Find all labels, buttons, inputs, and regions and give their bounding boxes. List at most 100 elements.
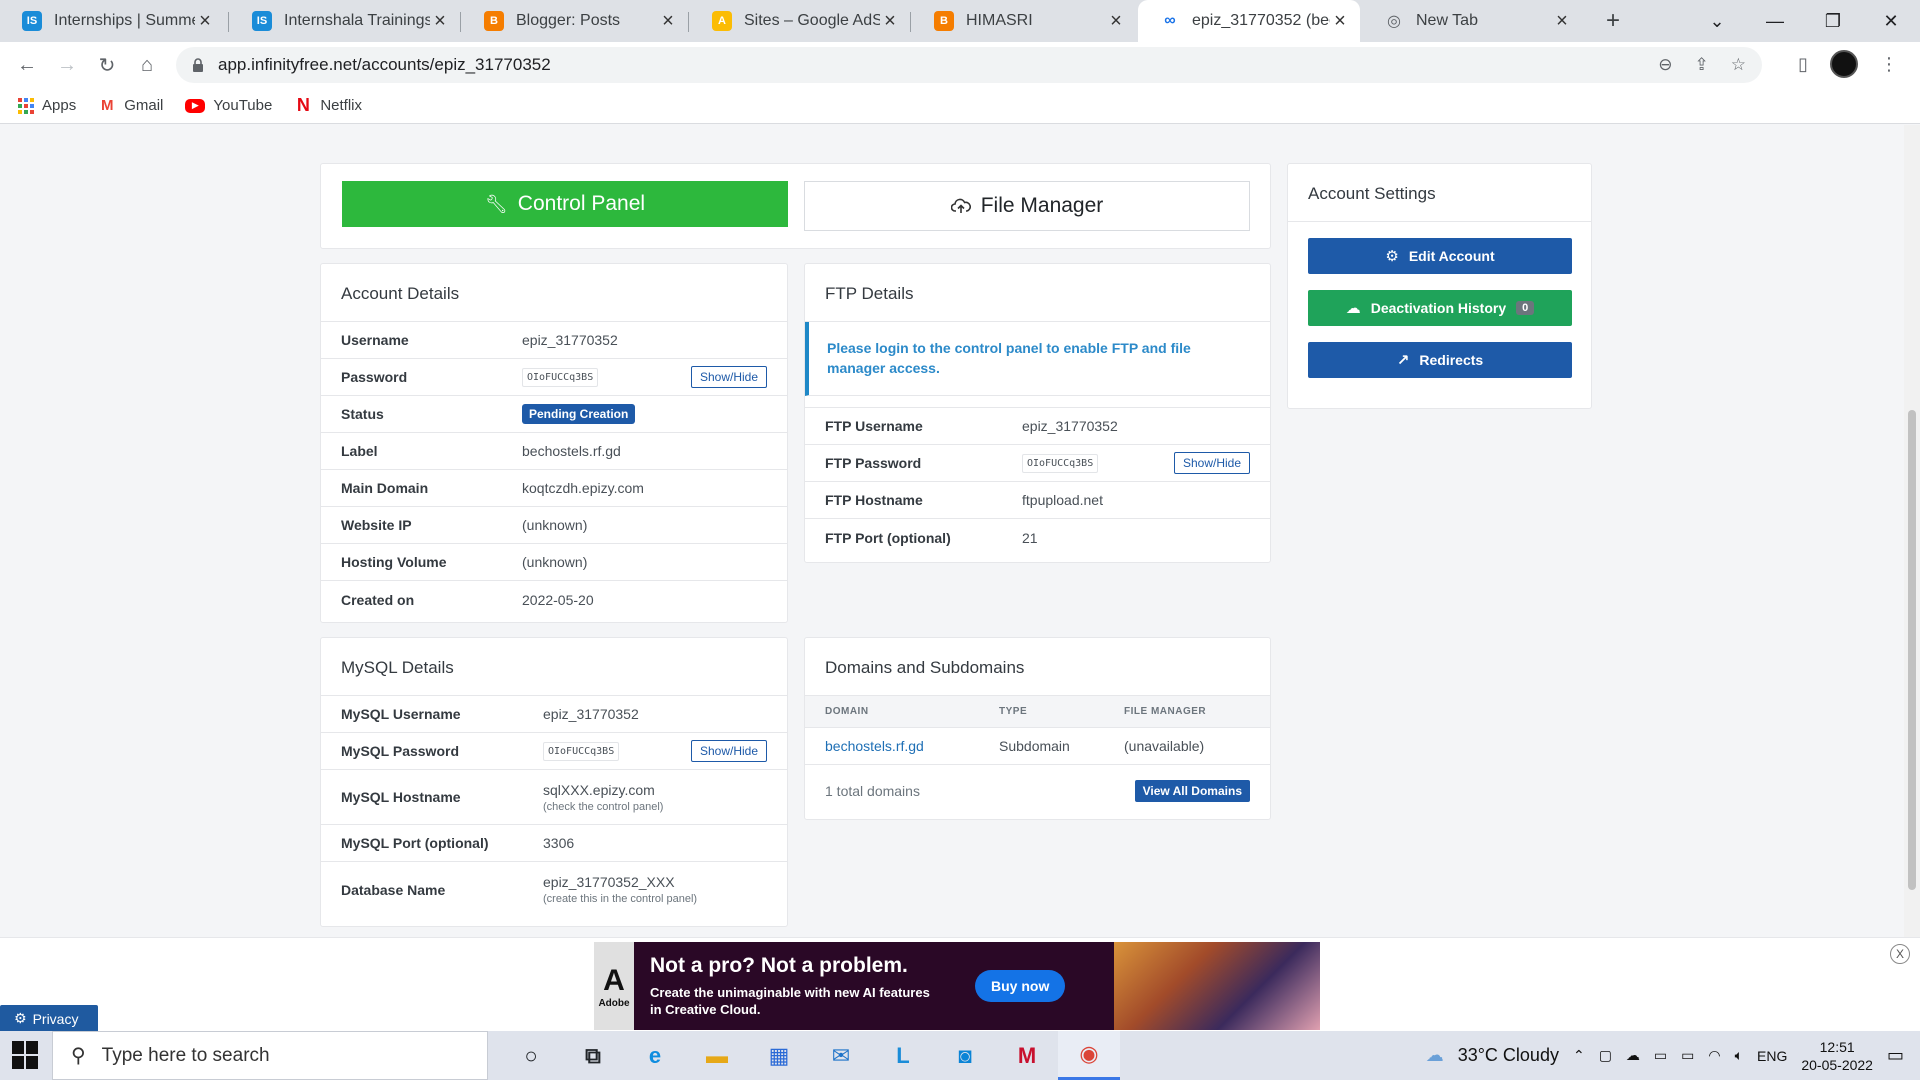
row-label: MySQL Hostname [341, 789, 461, 805]
close-window-icon[interactable]: ✕ [1862, 0, 1920, 42]
clock[interactable]: 12:51 20-05-2022 [1801, 1038, 1873, 1074]
bookmark-netflix[interactable]: N Netflix [294, 95, 362, 115]
close-icon[interactable]: × [1106, 10, 1126, 33]
share-icon[interactable]: ⇪ [1695, 55, 1709, 75]
tab-title: HIMASRI [966, 12, 1033, 29]
row-label: Label [341, 443, 378, 459]
tab-internships[interactable]: IS Internships | Summer × [0, 0, 225, 42]
file-manager-button[interactable]: File Manager [804, 181, 1250, 231]
cortana-icon[interactable]: ○ [500, 1031, 562, 1080]
close-icon[interactable]: × [430, 10, 450, 33]
tab-himasri[interactable]: B HIMASRI × [912, 0, 1136, 42]
row-label: Hosting Volume [341, 554, 447, 570]
domain-type: Subdomain [999, 738, 1070, 754]
apps-grid-icon [18, 97, 34, 114]
app-l-icon[interactable]: L [872, 1031, 934, 1080]
close-icon[interactable]: × [195, 10, 215, 33]
scrollbar-thumb[interactable] [1908, 410, 1916, 890]
restore-icon[interactable]: ❐ [1804, 0, 1862, 42]
privacy-button[interactable]: ⚙ Privacy [0, 1005, 98, 1032]
side-panel-icon[interactable]: ▯ [1798, 54, 1808, 75]
row-value: 2022-05-20 [522, 591, 594, 608]
bookmark-youtube[interactable]: ▶ YouTube [185, 97, 272, 114]
address-bar[interactable]: app.infinityfree.net/accounts/epiz_31770… [176, 47, 1762, 83]
column-header: FILE MANAGER [1124, 706, 1207, 717]
row-value: (unknown) [522, 554, 588, 570]
tab-strip: IS Internships | Summer × IS Internshala… [0, 0, 1920, 42]
bookmark-gmail[interactable]: M Gmail [98, 97, 163, 115]
bookmark-label: Gmail [124, 97, 164, 114]
chrome-taskbar-icon[interactable]: ◉ [1058, 1031, 1120, 1080]
row-value: sqlXXX.epizy.com [543, 781, 655, 798]
weather-text[interactable]: 33°C Cloudy [1458, 1045, 1559, 1066]
forward-icon[interactable]: → [52, 50, 82, 80]
ad-banner-area: A Adobe Not a pro? Not a problem. Create… [0, 937, 1920, 1032]
tab-new-tab[interactable]: ◎ New Tab × [1362, 0, 1582, 42]
row-value: 21 [1022, 529, 1038, 546]
tab-search-icon[interactable]: ⌄ [1688, 0, 1746, 42]
show-hide-button[interactable]: Show/Hide [690, 740, 767, 762]
row-label: Main Domain [341, 480, 429, 496]
adobe-ad[interactable]: A Adobe Not a pro? Not a problem. Create… [594, 942, 1320, 1030]
chevron-up-icon[interactable]: ⌃ [1573, 1047, 1585, 1064]
back-icon[interactable]: ← [12, 50, 42, 80]
profile-avatar[interactable] [1830, 50, 1858, 78]
file-explorer-icon[interactable]: ▬ [686, 1031, 748, 1080]
windows-start-icon[interactable] [12, 1041, 40, 1069]
button-label: Deactivation History [1370, 300, 1507, 316]
row-value: koqtczdh.epizy.com [522, 480, 644, 496]
new-tab-button[interactable]: + [1596, 0, 1636, 42]
mysql-row-password: MySQL Password OIoFUCCq3BS Show/Hide [321, 733, 787, 770]
reload-icon[interactable]: ↻ [92, 50, 122, 80]
close-icon[interactable]: × [1330, 10, 1350, 33]
battery-icon[interactable]: ▭ [1681, 1047, 1694, 1064]
taskbar-search[interactable]: ⚲ Type here to search [52, 1031, 488, 1080]
edge-icon[interactable]: e [624, 1031, 686, 1080]
control-panel-button[interactable]: 🔧︎ Control Panel [342, 181, 788, 227]
redirects-button[interactable]: ↗ Redirects [1308, 342, 1572, 378]
row-value: epiz_31770352 [543, 706, 639, 722]
mysql-row-username: MySQL Username epiz_31770352 [321, 696, 787, 733]
tab-epiz-account[interactable]: ∞ epiz_31770352 (bech × [1138, 0, 1360, 42]
buy-now-button[interactable]: Buy now [975, 970, 1066, 1002]
store-icon[interactable]: ▦ [748, 1031, 810, 1080]
bookmark-star-icon[interactable]: ☆ [1731, 55, 1746, 75]
close-icon[interactable]: × [880, 10, 900, 33]
display-icon[interactable]: ▭ [1654, 1047, 1667, 1064]
show-hide-button[interactable]: Show/Hide [1173, 452, 1250, 474]
tab-internshala-trainings[interactable]: IS Internshala Trainings × [230, 0, 460, 42]
domain-link[interactable]: bechostels.rf.gd [825, 738, 999, 754]
sliders-icon: ⚙ [1385, 248, 1399, 265]
home-icon[interactable]: ⌂ [132, 50, 162, 80]
page-scrollbar[interactable] [1904, 125, 1920, 937]
menu-icon[interactable]: ⋮ [1880, 54, 1898, 75]
tab-adsense[interactable]: A Sites – Google AdSen × [690, 0, 910, 42]
app-blue-icon[interactable]: ◙ [934, 1031, 996, 1080]
clock-time: 12:51 [1819, 1038, 1855, 1055]
volume-icon[interactable]: 🔈︎ [1735, 1047, 1743, 1064]
row-label: Website IP [341, 517, 412, 533]
ad-close-icon[interactable]: X [1890, 944, 1910, 964]
password-value: OIoFUCCq3BS [522, 367, 599, 387]
wifi-icon[interactable]: ◠ [1708, 1047, 1720, 1064]
bookmark-apps[interactable]: Apps [18, 97, 76, 114]
notification-icon[interactable]: ▭ [1887, 1045, 1904, 1066]
mail-icon[interactable]: ✉ [810, 1031, 872, 1080]
browser-toolbar: ← → ↻ ⌂ app.infinityfree.net/accounts/ep… [0, 42, 1920, 88]
deactivation-history-button[interactable]: ☁ Deactivation History 0 [1308, 290, 1572, 326]
show-hide-button[interactable]: Show/Hide [690, 366, 767, 388]
task-view-icon[interactable]: ⧉ [562, 1031, 624, 1080]
onedrive-icon[interactable]: ☁ [1626, 1047, 1640, 1064]
meet-icon[interactable]: ▢ [1599, 1047, 1612, 1064]
view-all-domains-button[interactable]: View All Domains [1134, 780, 1250, 802]
close-icon[interactable]: × [1552, 10, 1572, 33]
edit-account-button[interactable]: ⚙ Edit Account [1308, 238, 1572, 274]
language-indicator[interactable]: ENG [1757, 1048, 1787, 1064]
zoom-icon[interactable]: ⊖ [1658, 55, 1672, 75]
tab-blogger-posts[interactable]: B Blogger: Posts × [462, 0, 688, 42]
weather-icon[interactable]: ☁ [1426, 1045, 1444, 1066]
mcafee-icon[interactable]: M [996, 1031, 1058, 1080]
close-icon[interactable]: × [658, 10, 678, 33]
minimize-icon[interactable]: — [1746, 0, 1804, 42]
detail-row-status: Status Pending Creation [321, 396, 787, 433]
